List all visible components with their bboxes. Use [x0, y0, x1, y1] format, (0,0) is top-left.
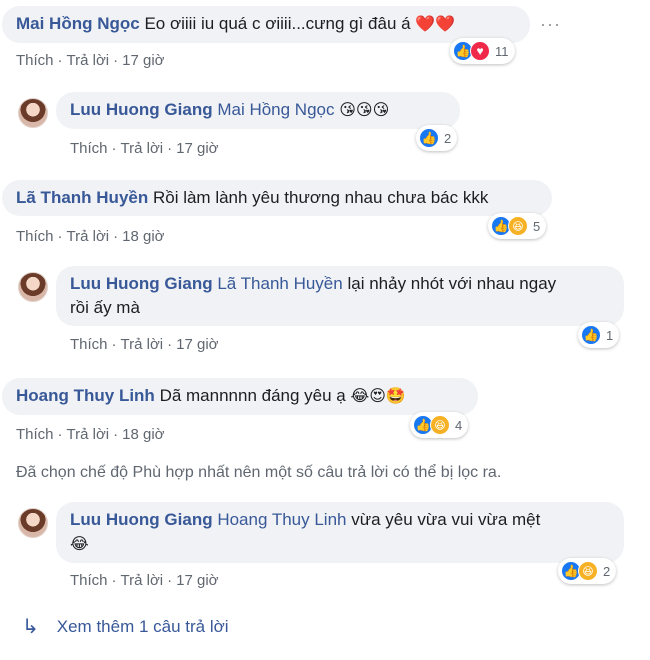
comment-text: Dã mannnnn đáng yêu ạ: [159, 386, 346, 405]
separator-dot: ·: [113, 426, 119, 443]
reaction-summary[interactable]: 👍 😆 4: [410, 412, 469, 438]
reaction-summary[interactable]: 👍 😆 5: [488, 213, 547, 239]
separator-dot: ·: [57, 52, 63, 69]
comment-emoji: 😂: [70, 536, 89, 553]
comment-text: Eo ơiiii iu quá c ơiiii...cưng gì đâu á: [144, 14, 411, 33]
separator-dot: ·: [113, 52, 119, 69]
comment-actions: Thích · Trả lời · 17 giờ: [16, 52, 165, 69]
comment-text: lại nhảy nhót với nhau ngay: [347, 274, 557, 293]
avatar[interactable]: [18, 98, 48, 128]
love-reaction-icon: ♥: [470, 41, 490, 61]
reply-bubble: Luu Huong Giang Mai Hồng Ngọc 😘😘😘: [56, 92, 460, 129]
comment-actions: Thích · Trả lời · 17 giờ: [70, 572, 219, 589]
comment-emoji: 😂😍🤩: [350, 388, 406, 405]
like-link[interactable]: Thích: [70, 140, 108, 157]
comment-text: vừa yêu vừa vui vừa mệt: [351, 510, 541, 529]
reply-link[interactable]: Trả lời: [67, 228, 110, 245]
reply-link[interactable]: Trả lời: [67, 426, 110, 443]
comment-author[interactable]: Hoang Thuy Linh: [16, 386, 155, 405]
separator-dot: ·: [167, 140, 173, 157]
separator-dot: ·: [57, 228, 63, 245]
comment-bubble: Lã Thanh Huyền Rồi làm lành yêu thương n…: [2, 180, 552, 216]
like-link[interactable]: Thích: [16, 426, 54, 443]
reply-bubble: Luu Huong Giang Hoang Thuy Linh vừa yêu …: [56, 502, 624, 563]
haha-reaction-icon: 😆: [508, 216, 528, 236]
timestamp[interactable]: 17 giờ: [122, 52, 164, 69]
like-link[interactable]: Thích: [16, 52, 54, 69]
mention-link[interactable]: Lã Thanh Huyền: [217, 274, 342, 293]
view-more-replies-link[interactable]: ↳ Xem thêm 1 câu trả lời: [22, 614, 229, 639]
like-reaction-icon: 👍: [581, 325, 601, 345]
timestamp[interactable]: 17 giờ: [176, 572, 218, 589]
reaction-summary[interactable]: 👍 ♥ 11: [450, 38, 515, 64]
reaction-summary[interactable]: 👍 😆 2: [558, 558, 617, 584]
comment-actions: Thích · Trả lời · 18 giờ: [16, 426, 165, 443]
filter-note: Đã chọn chế độ Phù hợp nhất nên một số c…: [16, 464, 502, 481]
comment-author[interactable]: Luu Huong Giang: [70, 100, 213, 119]
like-reaction-icon: 👍: [419, 128, 439, 148]
view-more-replies-label: Xem thêm 1 câu trả lời: [56, 616, 229, 636]
reaction-count: 5: [533, 218, 541, 234]
like-link[interactable]: Thích: [70, 336, 108, 353]
separator-dot: ·: [167, 572, 173, 589]
haha-reaction-icon: 😆: [430, 415, 450, 435]
reaction-summary[interactable]: 👍 1: [578, 322, 620, 348]
comment-author[interactable]: Lã Thanh Huyền: [16, 188, 148, 207]
avatar[interactable]: [18, 508, 48, 538]
reply-link[interactable]: Trả lời: [121, 572, 164, 589]
reply-arrow-icon: ↳: [22, 616, 39, 638]
separator-dot: ·: [111, 572, 117, 589]
mention-link[interactable]: Hoang Thuy Linh: [217, 510, 346, 529]
reaction-count: 1: [606, 327, 614, 343]
reaction-count: 2: [444, 130, 452, 146]
comment-actions: Thích · Trả lời · 18 giờ: [16, 228, 165, 245]
timestamp[interactable]: 18 giờ: [122, 426, 164, 443]
comment-bubble: Mai Hồng Ngọc Eo ơiiii iu quá c ơiiii...…: [2, 6, 530, 43]
avatar[interactable]: [18, 272, 48, 302]
separator-dot: ·: [111, 140, 117, 157]
comment-author[interactable]: Mai Hồng Ngọc: [16, 14, 140, 33]
reply-link[interactable]: Trả lời: [67, 52, 110, 69]
separator-dot: ·: [57, 426, 63, 443]
separator-dot: ·: [167, 336, 173, 353]
comment-text: Rồi làm lành yêu thương nhau chưa bác kk…: [152, 188, 489, 207]
timestamp[interactable]: 17 giờ: [176, 140, 218, 157]
comment-bubble: Hoang Thuy Linh Dã mannnnn đáng yêu ạ 😂😍…: [2, 378, 478, 415]
reply-link[interactable]: Trả lời: [121, 336, 164, 353]
comment-actions: Thích · Trả lời · 17 giờ: [70, 336, 219, 353]
like-link[interactable]: Thích: [16, 228, 54, 245]
more-options-icon[interactable]: ···: [540, 14, 561, 35]
comment-author[interactable]: Luu Huong Giang: [70, 510, 213, 529]
timestamp[interactable]: 17 giờ: [176, 336, 218, 353]
comment-actions: Thích · Trả lời · 17 giờ: [70, 140, 219, 157]
haha-reaction-icon: 😆: [578, 561, 598, 581]
comment-text-continued: rồi ấy mà: [70, 298, 140, 317]
like-link[interactable]: Thích: [70, 572, 108, 589]
reaction-summary[interactable]: 👍 2: [416, 125, 458, 151]
reply-bubble: Luu Huong Giang Lã Thanh Huyền lại nhảy …: [56, 266, 624, 326]
comment-emoji: ❤️❤️: [415, 16, 456, 33]
reaction-count: 11: [495, 43, 509, 59]
timestamp[interactable]: 18 giờ: [122, 228, 164, 245]
comment-emoji: 😘😘😘: [339, 102, 390, 119]
separator-dot: ·: [111, 336, 117, 353]
mention-link[interactable]: Mai Hồng Ngọc: [217, 100, 334, 119]
comment-author[interactable]: Luu Huong Giang: [70, 274, 213, 293]
reaction-count: 2: [603, 563, 611, 579]
reaction-count: 4: [455, 417, 463, 433]
separator-dot: ·: [113, 228, 119, 245]
reply-link[interactable]: Trả lời: [121, 140, 164, 157]
